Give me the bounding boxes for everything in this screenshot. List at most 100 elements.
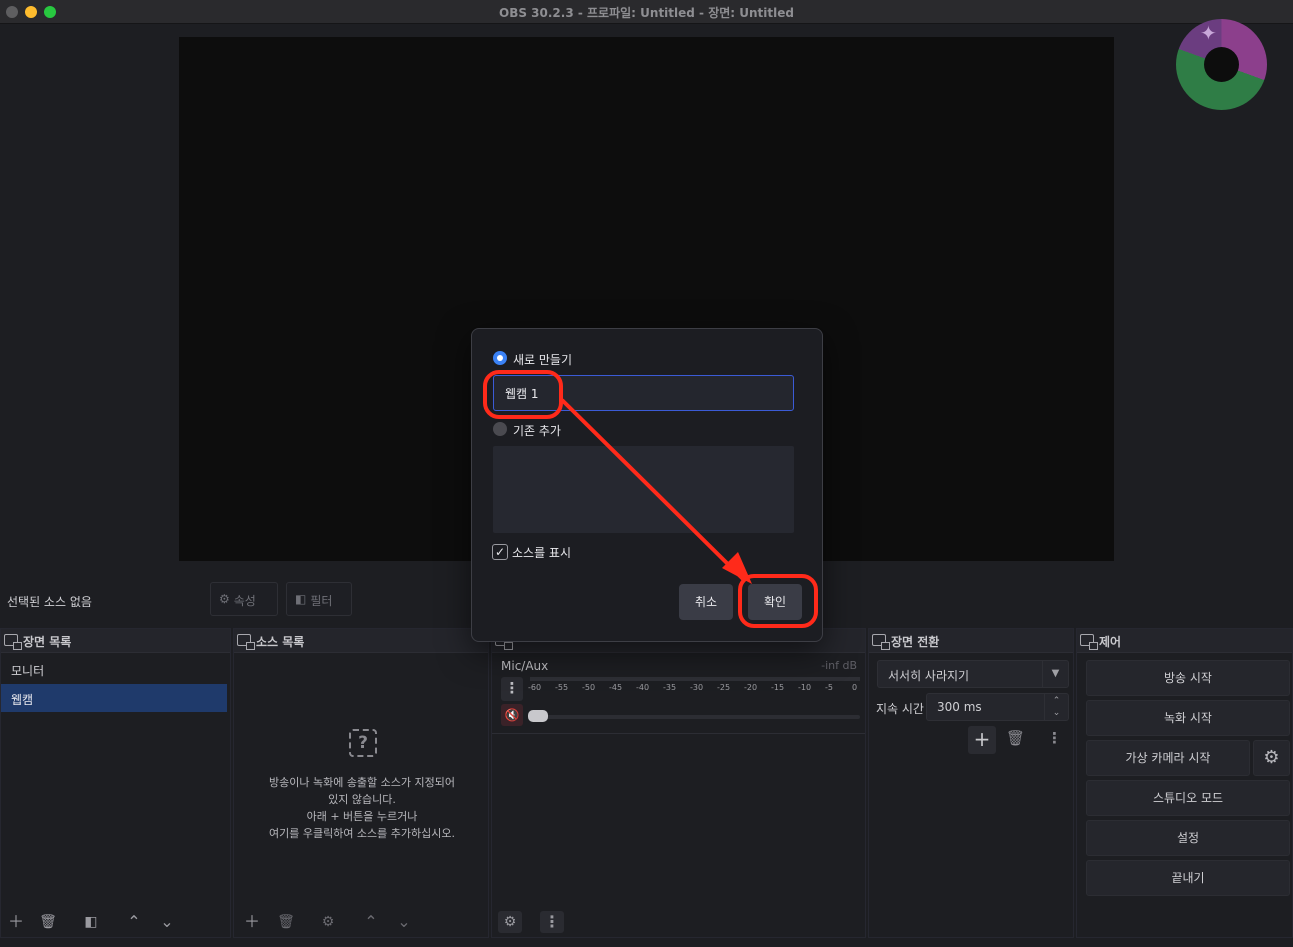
dock-undock-icon[interactable]: [4, 634, 22, 650]
sources-dock-header[interactable]: 소스 목록: [234, 629, 488, 653]
mixer-level-readout: -inf dB: [821, 659, 857, 672]
duration-stepper-icon[interactable]: ⌃ ⌄: [1044, 694, 1068, 720]
no-source-selected-label: 선택된 소스 없음: [7, 595, 92, 609]
remove-transition-button[interactable]: 🗑: [1006, 729, 1025, 747]
chevron-down-icon: ▼: [1042, 661, 1068, 687]
scenes-dock-title: 장면 목록: [23, 635, 72, 649]
move-source-up-button[interactable]: ⌃: [359, 911, 383, 933]
question-icon: ?: [349, 729, 377, 757]
controls-dock-title: 제어: [1099, 635, 1122, 649]
scenes-dock: 장면 목록 모니터 웹캠 ＋ 🗑 ◧ ⌃ ⌄: [0, 628, 231, 938]
start-streaming-button[interactable]: 방송 시작: [1086, 660, 1290, 696]
scene-transitions-dock-title: 장면 전환: [891, 635, 940, 649]
sparkle-icon: ✦: [1200, 21, 1217, 45]
exit-button[interactable]: 끝내기: [1086, 860, 1290, 896]
duration-label: 지속 시간: [876, 702, 924, 716]
volume-slider-handle[interactable]: [528, 710, 548, 722]
transition-type-select[interactable]: 서서히 사라지기 ▼: [877, 660, 1069, 688]
filters-button[interactable]: ◧ 필터: [286, 582, 352, 616]
meter-scale-tick: -20: [744, 683, 758, 692]
mixer-divider: [492, 733, 865, 734]
scenes-toolbar: ＋ 🗑 ◧ ⌃ ⌄: [1, 907, 230, 937]
meter-scale-tick: 0: [852, 683, 858, 692]
sources-dock: 소스 목록 ? 방송이나 녹화에 송출할 소스가 지정되어 있지 않습니다. 아…: [233, 628, 489, 938]
move-scene-up-button[interactable]: ⌃: [122, 911, 146, 933]
title-bar: OBS 30.2.3 - 프로파일: Untitled - 장면: Untitl…: [0, 0, 1293, 24]
scene-item-monitor[interactable]: 모니터: [1, 655, 230, 683]
filters-button-label: 필터: [310, 594, 333, 608]
create-new-radio[interactable]: [493, 351, 507, 365]
sources-empty-line: 여기를 우클릭하여 소스를 추가하십시오.: [268, 827, 456, 840]
meter-scale-tick: -50: [582, 683, 596, 692]
make-visible-label[interactable]: 소스를 표시: [512, 544, 571, 561]
meter-scale-tick: -15: [771, 683, 785, 692]
add-source-button[interactable]: ＋: [240, 911, 264, 933]
ok-button[interactable]: 확인: [748, 584, 802, 620]
duration-input[interactable]: 300 ms ⌃ ⌄: [926, 693, 1069, 721]
dock-undock-icon[interactable]: [872, 634, 890, 650]
app-logo-icon: ✦: [1176, 19, 1267, 110]
mute-speaker-icon[interactable]: 🔇: [501, 704, 523, 726]
meter-scale-tick: -35: [663, 683, 677, 692]
audio-mixer-dock: Mic/Aux -inf dB ⋮ -60 -55 -50 -45 -40 -3…: [491, 628, 866, 938]
volume-meter: [530, 677, 860, 681]
meter-scale-tick: -55: [555, 683, 569, 692]
mixer-track-name: Mic/Aux: [501, 659, 549, 673]
meter-scale-tick: -30: [690, 683, 704, 692]
add-existing-label[interactable]: 기존 추가: [513, 422, 561, 439]
sources-empty-line: 방송이나 녹화에 송출할 소스가 지정되어: [268, 776, 456, 789]
existing-sources-list[interactable]: [493, 446, 794, 533]
duration-value: 300 ms: [937, 700, 982, 714]
dock-undock-icon[interactable]: [237, 634, 255, 650]
make-visible-checkbox[interactable]: ✓: [492, 544, 508, 560]
virtual-camera-settings-gear-icon[interactable]: ⚙: [1253, 740, 1290, 776]
cancel-button[interactable]: 취소: [679, 584, 733, 620]
create-select-source-dialog: 새로 만들기 기존 추가 ✓ 소스를 표시 취소 확인: [471, 328, 823, 642]
add-existing-radio[interactable]: [493, 422, 507, 436]
studio-mode-button[interactable]: 스튜디오 모드: [1086, 780, 1290, 816]
gear-icon: ⚙: [219, 592, 230, 606]
sources-empty-line: 아래 + 버튼을 누르거나: [306, 810, 418, 823]
properties-button-label: 속성: [233, 594, 256, 608]
transition-menu-button[interactable]: ⋮: [1047, 729, 1062, 747]
source-properties-button[interactable]: ⚙: [316, 911, 340, 933]
properties-button[interactable]: ⚙ 속성: [210, 582, 278, 616]
window-title: OBS 30.2.3 - 프로파일: Untitled - 장면: Untitl…: [499, 6, 794, 20]
start-recording-button[interactable]: 녹화 시작: [1086, 700, 1290, 736]
sources-dock-title: 소스 목록: [256, 635, 305, 649]
create-new-label[interactable]: 새로 만들기: [513, 351, 572, 368]
filter-icon: ◧: [295, 592, 307, 606]
source-name-input[interactable]: [493, 375, 794, 411]
scene-filters-button[interactable]: ◧: [79, 911, 103, 933]
sources-empty-message: 방송이나 녹화에 송출할 소스가 지정되어 있지 않습니다. 아래 + 버튼을 …: [234, 774, 490, 842]
start-virtual-camera-button[interactable]: 가상 카메라 시작: [1086, 740, 1250, 776]
scene-transitions-dock-header[interactable]: 장면 전환: [869, 629, 1073, 653]
meter-scale-tick: -40: [636, 683, 650, 692]
move-source-down-button[interactable]: ⌄: [392, 911, 416, 933]
add-transition-button[interactable]: +: [968, 726, 996, 754]
meter-scale-tick: -60: [528, 683, 542, 692]
meter-scale-tick: -25: [717, 683, 731, 692]
meter-scale-tick: -10: [798, 683, 812, 692]
scene-item-webcam[interactable]: 웹캠: [1, 684, 227, 712]
move-scene-down-button[interactable]: ⌄: [155, 911, 179, 933]
transition-type-value: 서서히 사라지기: [888, 669, 970, 683]
remove-scene-button[interactable]: 🗑: [36, 911, 60, 933]
meter-scale-tick: -45: [609, 683, 623, 692]
scene-transitions-dock: 장면 전환 서서히 사라지기 ▼ 지속 시간 300 ms ⌃ ⌄ + 🗑 ⋮: [868, 628, 1074, 938]
mixer-track-menu-button[interactable]: ⋮: [501, 677, 523, 701]
controls-dock-header[interactable]: 제어: [1077, 629, 1292, 653]
advanced-audio-settings-icon[interactable]: ⚙: [498, 911, 522, 933]
scenes-dock-header[interactable]: 장면 목록: [1, 629, 230, 653]
remove-source-button[interactable]: 🗑: [274, 911, 298, 933]
dock-undock-icon[interactable]: [1080, 634, 1098, 650]
add-scene-button[interactable]: ＋: [4, 911, 28, 933]
controls-dock: 제어 방송 시작 녹화 시작 가상 카메라 시작 ⚙ 스튜디오 모드 설정 끝내…: [1076, 628, 1293, 938]
mixer-menu-icon[interactable]: ⋮: [540, 911, 564, 933]
sources-empty-line: 있지 않습니다.: [328, 793, 396, 806]
mixer-toolbar: ⚙ ⋮: [492, 907, 865, 937]
sources-toolbar: ＋ 🗑 ⚙ ⌃ ⌄: [234, 907, 488, 937]
settings-button[interactable]: 설정: [1086, 820, 1290, 856]
volume-meter-scale: -60 -55 -50 -45 -40 -35 -30 -25 -20 -15 …: [528, 683, 858, 695]
volume-slider[interactable]: [530, 715, 860, 719]
